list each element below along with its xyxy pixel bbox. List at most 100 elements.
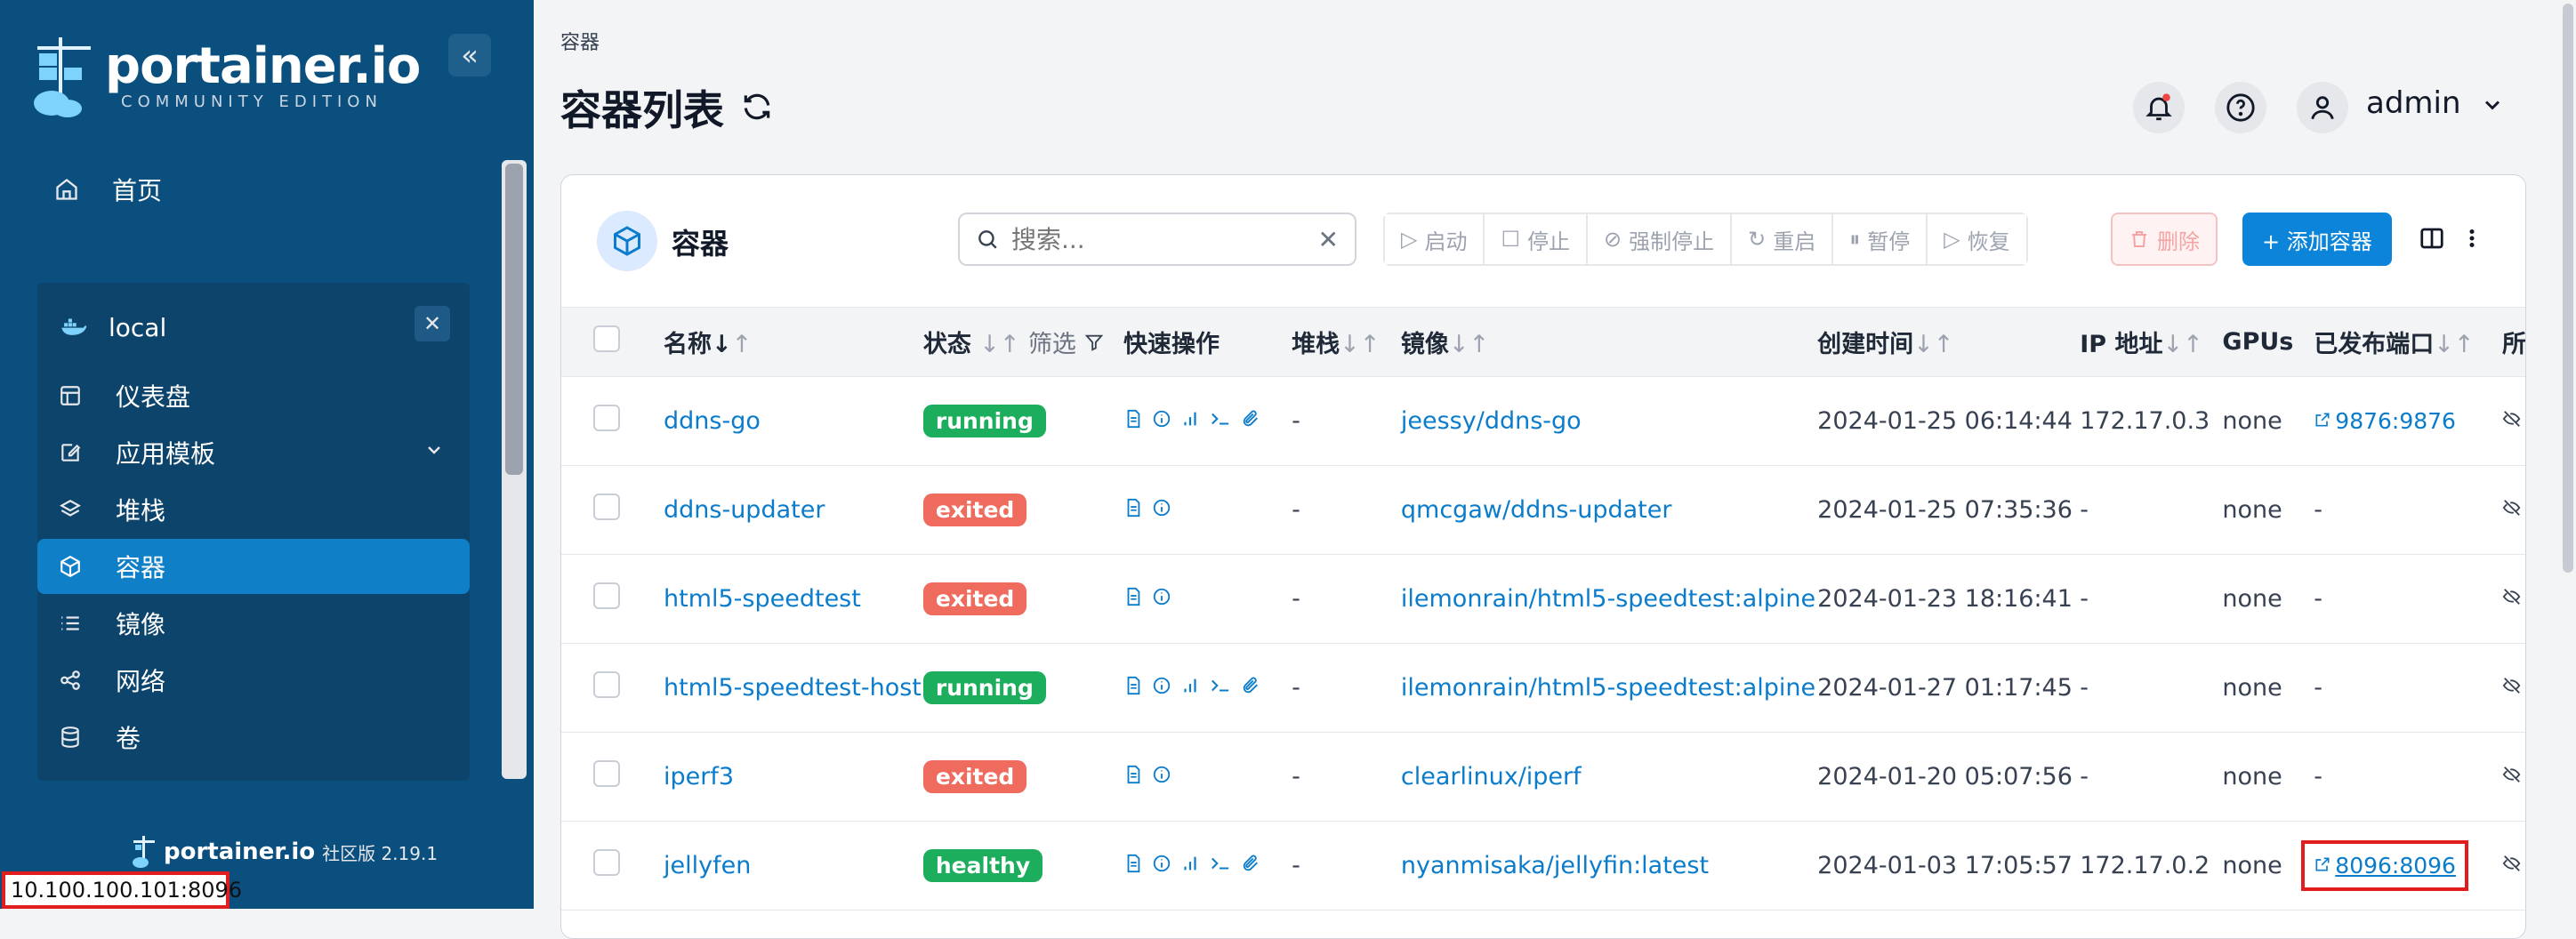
sidebar-item-app-templates[interactable]: 应用模板 [37,425,470,480]
inspect-icon[interactable] [1152,676,1171,695]
row-checkbox[interactable] [593,849,620,876]
sidebar-item-dashboard[interactable]: 仪表盘 [37,368,470,423]
container-name-link[interactable]: ddns-updater [664,496,825,524]
column-ip[interactable]: IP 地址↓↑ [2079,307,2222,377]
attach-icon[interactable] [1241,854,1260,873]
container-name-link[interactable]: html5-speedtest-host [664,674,922,702]
image-link[interactable]: jeessy/ddns-go [1401,407,1582,435]
chevron-down-icon[interactable] [423,439,445,466]
filter-label[interactable]: 筛选 [1028,331,1076,358]
column-image[interactable]: 镜像↓↑ [1399,307,1817,377]
attach-icon[interactable] [1241,409,1260,429]
user-icon [2311,96,2334,120]
help-button[interactable] [2215,82,2266,133]
restart-button[interactable]: ↻ 重启 [1732,214,1834,264]
column-created[interactable]: 创建时间↓↑ [1816,307,2080,377]
refresh-icon[interactable] [740,90,776,125]
filter-icon[interactable] [1084,331,1104,358]
row-checkbox[interactable] [593,760,620,787]
logs-icon[interactable] [1123,854,1143,873]
start-button[interactable]: ▷ 启动 [1385,214,1485,264]
created-cell: 2024-01-23 18:16:41 [1817,585,2073,613]
environment-header[interactable]: local [60,302,166,352]
logs-icon[interactable] [1123,587,1143,606]
logs-icon[interactable] [1123,676,1143,695]
container-name-link[interactable]: iperf3 [664,763,734,791]
row-checkbox[interactable] [593,671,620,698]
sidebar-item-home[interactable]: 首页 [53,167,480,212]
sort-icon: ↓↑ [2434,331,2475,358]
resume-button[interactable]: ▷ 恢复 [1928,214,2026,264]
row-checkbox[interactable] [593,494,620,520]
image-link[interactable]: qmcgaw/ddns-updater [1401,496,1672,524]
image-link[interactable]: nyanmisaka/jellyfin:latest [1401,852,1709,879]
columns-icon[interactable] [2419,225,2445,252]
clear-search-icon[interactable]: ✕ [1318,225,1339,254]
search-box[interactable]: ✕ [958,213,1356,266]
search-input[interactable] [1010,223,1294,255]
image-link[interactable]: ilemonrain/html5-speedtest:alpine [1401,674,1815,702]
add-container-button[interactable]: + 添加容器 [2242,213,2392,266]
logs-icon[interactable] [1123,765,1143,784]
page-scrollbar-thumb[interactable] [2563,4,2573,573]
environment-close-button[interactable]: ✕ [415,306,450,341]
inspect-icon[interactable] [1152,765,1171,784]
row-checkbox[interactable] [593,582,620,609]
kill-button[interactable]: ⊘ 强制停止 [1587,214,1733,264]
gpus-cell: none [2222,763,2282,791]
attach-icon[interactable] [1241,676,1260,695]
published-port-link[interactable]: 9876:9876 [2314,408,2456,434]
container-name-link[interactable]: ddns-go [664,407,761,435]
chevron-down-icon[interactable] [2480,92,2505,117]
stats-icon[interactable] [1180,409,1200,429]
ip-cell: - [2080,585,2089,613]
column-ports[interactable]: 已发布端口↓↑ [2313,307,2501,377]
delete-button[interactable]: 删除 [2111,213,2218,266]
stats-icon[interactable] [1180,676,1200,695]
published-port-link[interactable]: 8096:8096 [2301,840,2468,891]
image-link[interactable]: ilemonrain/html5-speedtest:alpine [1401,585,1815,613]
sidebar-scrollbar-thumb[interactable] [505,164,523,475]
sidebar-item-images[interactable]: 镜像 [37,596,470,651]
notifications-button[interactable] [2133,82,2185,133]
more-options-icon[interactable] [2465,225,2479,252]
portainer-logo[interactable]: portainer.io COMMUNITY EDITION [32,34,421,119]
sidebar-scrollbar[interactable] [502,160,527,779]
kill-label: 强制停止 [1629,229,1715,254]
container-name-link[interactable]: html5-speedtest [664,585,861,613]
sidebar-item-containers[interactable]: 容器 [37,539,470,594]
logs-icon[interactable] [1123,498,1143,518]
row-checkbox[interactable] [593,405,620,431]
console-icon[interactable] [1209,676,1232,695]
row-select-cell [561,733,621,822]
column-stack[interactable]: 堆栈↓↑ [1291,307,1400,377]
page-title: 容器列表 [560,78,776,137]
breadcrumb[interactable]: 容器 [560,27,600,55]
stats-icon[interactable] [1180,854,1200,873]
container-name-link[interactable]: jellyfen [664,852,751,879]
sidebar-item-stacks[interactable]: 堆栈 [37,482,470,537]
column-ports-label: 已发布端口 [2314,331,2435,358]
sidebar-item-volumes[interactable]: 卷 [37,710,470,765]
select-all-checkbox[interactable] [593,325,620,352]
pause-button[interactable]: ⏸ 暂停 [1833,214,1928,264]
logs-icon[interactable] [1123,409,1143,429]
sidebar-item-networks[interactable]: 网络 [37,653,470,708]
user-avatar[interactable] [2297,82,2348,133]
column-gpus: GPUs [2221,307,2314,377]
dashboard-icon [57,382,84,409]
user-name[interactable]: admin [2366,85,2461,121]
column-name[interactable]: 名称↓↑ [621,307,922,377]
stop-button[interactable]: ☐ 停止 [1485,214,1588,264]
inspect-icon[interactable] [1152,587,1171,606]
inspect-icon[interactable] [1152,409,1171,429]
inspect-icon[interactable] [1152,854,1171,873]
inspect-icon[interactable] [1152,498,1171,518]
console-icon[interactable] [1209,409,1232,429]
console-icon[interactable] [1209,854,1232,873]
collapse-sidebar-button[interactable]: « [448,34,491,76]
pause-label: 暂停 [1867,229,1911,254]
image-link[interactable]: clearlinux/iperf [1401,763,1582,791]
column-state[interactable]: 状态 ↓↑ 筛选 [922,307,1123,377]
page-scrollbar[interactable] [2560,0,2576,909]
